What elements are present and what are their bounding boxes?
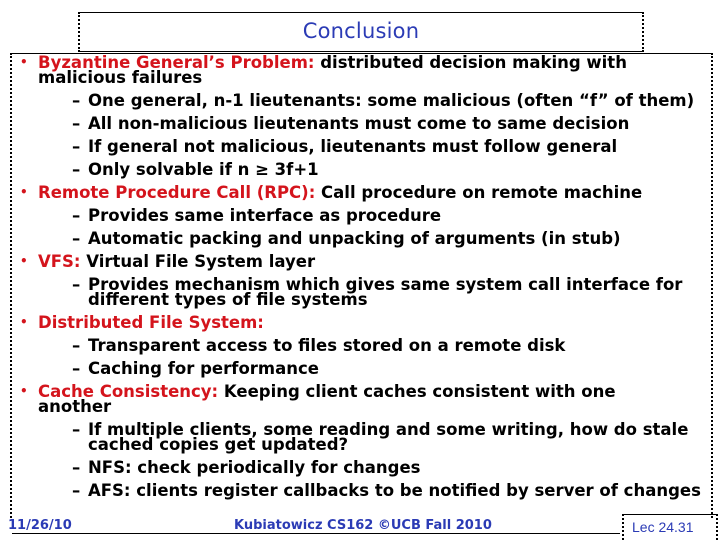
slide-title: Conclusion [302, 19, 420, 43]
bullet-item-cache-consistency: • Cache Consistency: Keeping client cach… [18, 382, 718, 416]
sub-item-text-cont: cached copies get updated? [88, 435, 349, 454]
dash-icon: – [72, 137, 81, 156]
dash-icon: – [72, 229, 81, 248]
bullet-icon: • [20, 55, 28, 69]
dash-icon: – [72, 420, 81, 439]
dash-icon: – [72, 458, 81, 477]
sub-item-text: AFS: clients register callbacks to be no… [88, 481, 701, 500]
sub-item-text: Provides same interface as procedure [88, 206, 442, 225]
dash-icon: – [72, 206, 81, 225]
sub-item: – One general, n-1 lieutenants: some mal… [18, 91, 718, 110]
sub-item: – AFS: clients register callbacks to be … [18, 481, 718, 500]
sub-item: – Provides mechanism which gives same sy… [18, 275, 718, 309]
dash-icon: – [72, 336, 81, 355]
sub-item: – Transparent access to files stored on … [18, 336, 718, 355]
bullet-text: Virtual File System layer [80, 252, 316, 271]
term-vfs: VFS: [38, 252, 81, 271]
bullet-item-vfs: • VFS: Virtual File System layer [18, 252, 718, 271]
bullet-text: distributed decision making with [314, 53, 627, 72]
bullet-text: Call procedure on remote machine [315, 183, 643, 202]
slide-title-box: Conclusion [78, 12, 644, 52]
bullet-icon: • [20, 185, 28, 199]
bullet-text-cont: malicious failures [38, 68, 203, 87]
sub-item-text: Caching for performance [88, 359, 319, 378]
dash-icon: – [72, 91, 81, 110]
slide-content: • Byzantine General’s Problem: distribut… [18, 53, 718, 500]
term-rpc: Remote Procedure Call (RPC): [38, 183, 316, 202]
sub-item-text-cont: different types of file systems [88, 290, 368, 309]
footer-page-number: Lec 24.31 [622, 514, 718, 540]
bullet-icon: • [20, 254, 28, 268]
dash-icon: – [72, 359, 81, 378]
bullet-text-cont: another [38, 397, 112, 416]
bullet-icon: • [20, 384, 28, 398]
bullet-item-dfs: • Distributed File System: [18, 313, 718, 332]
dash-icon: – [72, 481, 81, 500]
bullet-icon: • [20, 315, 28, 329]
sub-item: – Only solvable if n ≥ 3f+1 [18, 160, 718, 179]
footer-date: 11/26/10 [8, 518, 72, 533]
bullet-item-rpc: • Remote Procedure Call (RPC): Call proc… [18, 183, 718, 202]
sub-item-text: One general, n-1 lieutenants: some malic… [88, 91, 695, 110]
sub-item-text: Automatic packing and unpacking of argum… [88, 229, 621, 248]
dash-icon: – [72, 275, 81, 294]
term-dfs: Distributed File System: [38, 313, 264, 332]
sub-item-text: NFS: check periodically for changes [88, 458, 421, 477]
sub-item-text: If general not malicious, lieutenants mu… [88, 137, 618, 156]
sub-item: – If general not malicious, lieutenants … [18, 137, 718, 156]
dash-icon: – [72, 114, 81, 133]
sub-item: – Caching for performance [18, 359, 718, 378]
sub-item-text: Transparent access to files stored on a … [88, 336, 566, 355]
sub-item: – If multiple clients, some reading and … [18, 420, 718, 454]
sub-item-text: All non-malicious lieutenants must come … [88, 114, 630, 133]
dash-icon: – [72, 160, 81, 179]
footer-course: Kubiatowicz CS162 ©UCB Fall 2010 [234, 518, 492, 533]
sub-item-text: Only solvable if n ≥ 3f+1 [88, 160, 319, 179]
bullet-item-byzantine: • Byzantine General’s Problem: distribut… [18, 53, 718, 87]
footer-divider [12, 533, 620, 534]
sub-item: – Automatic packing and unpacking of arg… [18, 229, 718, 248]
sub-item: – NFS: check periodically for changes [18, 458, 718, 477]
sub-item: – All non-malicious lieutenants must com… [18, 114, 718, 133]
sub-item: – Provides same interface as procedure [18, 206, 718, 225]
bullet-text: Keeping client caches consistent with on… [218, 382, 616, 401]
